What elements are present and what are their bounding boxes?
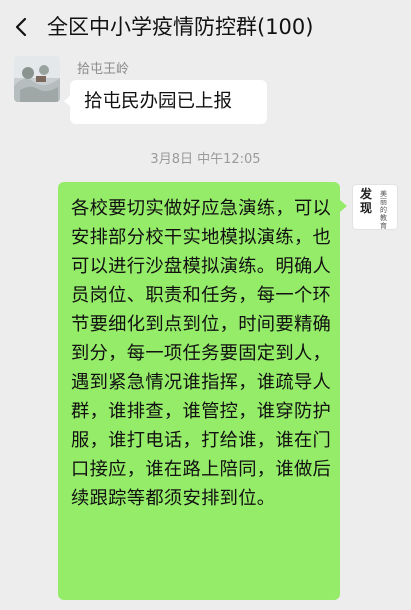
received-message-bubble[interactable]: 拾屯民办园已上报 [70,80,267,124]
self-avatar[interactable]: 发现 美丽的教育 [352,184,398,230]
message-timestamp: 3月8日 中午12:05 [0,148,411,167]
sent-message-bubble[interactable]: 各校要切实做好应急演练，可以安排部分校干实地模拟演练，也可以进行沙盘模拟演练。明… [58,182,340,600]
chat-header: 全区中小学疫情防控群(100) [0,0,411,54]
avatar-small-text: 美丽的教育 [380,190,388,230]
chat-title: 全区中小学疫情防控群(100) [47,12,313,42]
sender-avatar[interactable] [14,56,60,102]
sender-name: 拾屯王岭 [77,58,129,77]
back-arrow-icon[interactable] [8,13,36,41]
landscape-avatar-icon [14,56,60,102]
avatar-big-text: 发现 [360,187,374,215]
